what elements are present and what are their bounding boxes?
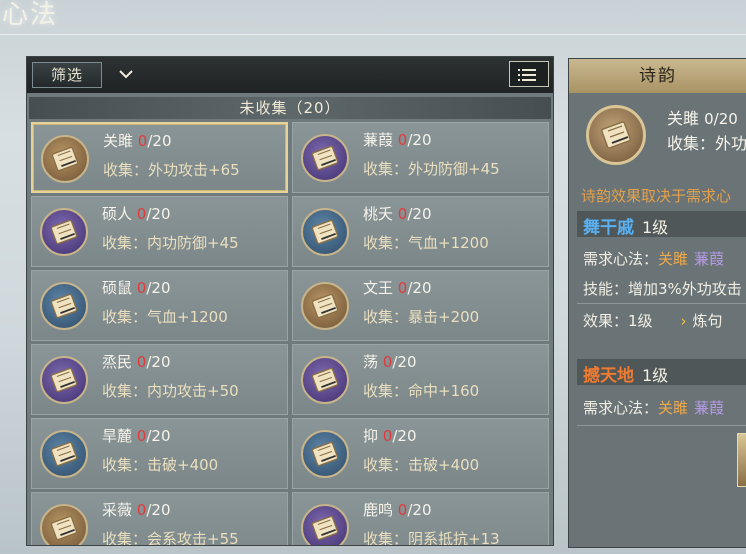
collection-card[interactable]: 文王 0/20 收集：暴击+200 [292,270,549,341]
card-collect-stat: 收集：内功攻击+50 [102,382,239,400]
poem1-effect: 效果：1级 › 炼句 [583,312,723,330]
divider [577,425,746,426]
card-name: 旱麓 0/20 [102,427,171,445]
card-collect-stat: 收集：内功防御+45 [102,234,239,252]
scroll-icon [301,282,349,330]
filter-button[interactable]: 筛选 [32,62,102,88]
list-view-button[interactable] [509,61,549,87]
collection-card[interactable]: 鹿鸣 0/20 收集：阴系抵抗+13 [292,492,549,546]
collection-card[interactable]: 关雎 0/20 收集：外功攻击+65 [31,122,288,193]
poem2-title: 撼天地 1级 [583,366,669,386]
card-name: 烝民 0/20 [102,353,171,371]
scroll-icon [301,504,349,545]
scroll-icon [301,134,349,182]
card-collect-stat: 收集：命中+160 [363,382,480,400]
detail-note: 诗韵效果取决于需求心 [581,187,732,205]
card-name: 鹿鸣 0/20 [363,501,432,519]
poem1-requirement: 需求心法：关雎 蒹葭 [583,250,725,268]
collection-card[interactable]: 硕鼠 0/20 收集：气血+1200 [31,270,288,341]
title-divider [0,34,746,35]
chevron-right-icon: › [680,312,687,330]
card-collect-stat: 收集：击破+400 [102,456,219,474]
scroll-icon [40,356,88,404]
scroll-icon [41,135,89,183]
scroll-icon [301,356,349,404]
collection-card[interactable]: 荡 0/20 收集：命中+160 [292,344,549,415]
scroll-icon [40,504,88,545]
card-name: 硕人 0/20 [102,205,171,223]
card-collect-stat: 收集：阴系抵抗+13 [363,530,500,546]
item-thumbnail[interactable] [737,433,746,487]
collection-card[interactable]: 抑 0/20 收集：击破+400 [292,418,549,489]
panel-toolbar: 筛选 [27,57,553,93]
list-icon [518,69,520,71]
collection-panel: 筛选 未收集（20） 关雎 0/20 收集：外功攻击+65 蒹葭 0/20 收集：外功… [26,56,554,546]
section-header-uncollected: 未收集（20） [29,97,551,119]
chevron-down-icon[interactable] [119,67,133,81]
card-collect-stat: 收集：气血+1200 [102,308,228,326]
collection-card[interactable]: 烝民 0/20 收集：内功攻击+50 [31,344,288,415]
poem1-title: 舞干戚 1级 [583,218,669,238]
collection-card[interactable]: 采薇 0/20 收集：会系攻击+55 [31,492,288,546]
card-collect-stat: 收集：暴击+200 [363,308,480,326]
detail-header: 诗韵 [569,59,746,93]
card-collect-stat: 收集：外功防御+45 [363,160,500,178]
scroll-icon [40,208,88,256]
card-name: 蒹葭 0/20 [363,131,432,149]
card-collect-stat: 收集：击破+400 [363,456,480,474]
card-collect-stat: 收集：会系攻击+55 [102,530,239,546]
detail-name: 关雎 0/20 [667,109,738,128]
collection-card[interactable]: 桃夭 0/20 收集：气血+1200 [292,196,549,267]
collection-card[interactable]: 旱麓 0/20 收集：击破+400 [31,418,288,489]
card-name: 抑 0/20 [363,427,417,445]
detail-scroll-icon [586,105,646,165]
card-collect-stat: 收集：外功攻击+65 [103,161,240,179]
poem2-requirement: 需求心法：关雎 蒹葭 [583,399,725,417]
poem-detail-panel: 诗韵 关雎 0/20 收集：外功攻 诗韵效果取决于需求心 舞干戚1级 需求心法：… [568,58,746,548]
card-name: 关雎 0/20 [103,132,172,150]
scroll-icon [301,208,349,256]
card-name: 荡 0/20 [363,353,417,371]
card-name: 采薇 0/20 [102,501,171,519]
scroll-icon [40,430,88,478]
card-name: 硕鼠 0/20 [102,279,171,297]
collection-card[interactable]: 蒹葭 0/20 收集：外功防御+45 [292,122,549,193]
divider [577,303,746,304]
card-collect-stat: 收集：气血+1200 [363,234,489,252]
collection-card[interactable]: 硕人 0/20 收集：内功防御+45 [31,196,288,267]
card-name: 文王 0/20 [363,279,432,297]
scroll-icon [301,430,349,478]
scroll-icon [40,282,88,330]
detail-collect-stat: 收集：外功攻 [667,134,746,153]
poem1-skill: 技能：增加3%外功攻击 [583,280,742,298]
card-name: 桃夭 0/20 [363,205,432,223]
page-title: 心法 [2,0,59,30]
